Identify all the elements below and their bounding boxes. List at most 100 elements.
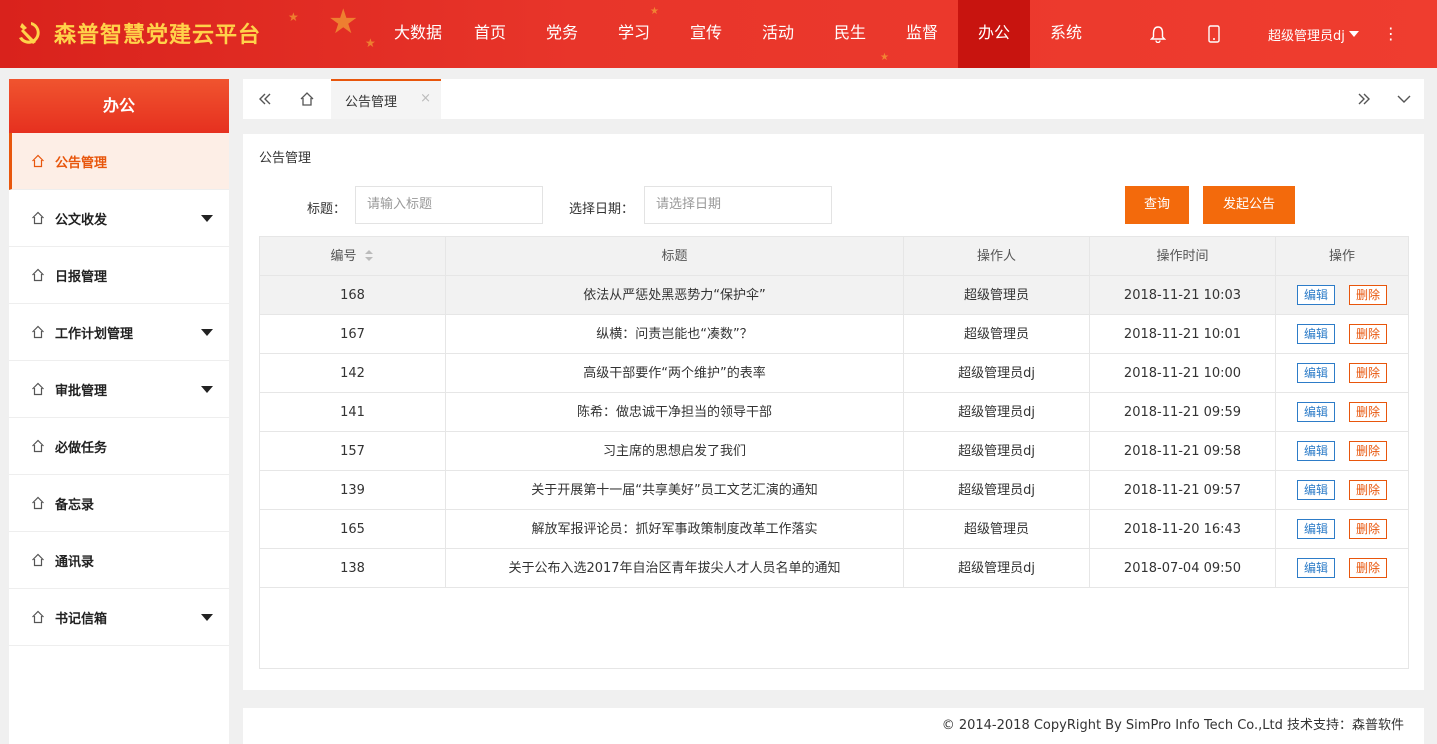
mobile-icon[interactable]	[1196, 14, 1232, 54]
cell-operator: 超级管理员dj	[904, 353, 1090, 393]
close-icon[interactable]: ×	[420, 91, 431, 106]
decor-star-icon: ★	[328, 2, 359, 42]
delete-button[interactable]: 删除	[1349, 363, 1388, 383]
nav-item[interactable]: 党务	[526, 0, 598, 68]
nav-item[interactable]: 系统	[1030, 0, 1102, 68]
caret-down-icon	[201, 386, 213, 393]
cell-actions: 编辑 删除	[1276, 276, 1408, 315]
caret-down-icon	[201, 215, 213, 222]
scroll-left-icon[interactable]	[245, 79, 285, 119]
delete-button[interactable]: 删除	[1349, 285, 1388, 305]
sidebar-item[interactable]: 书记信箱	[9, 589, 229, 646]
edit-button[interactable]: 编辑	[1296, 324, 1335, 344]
sidebar-item-label: 备忘录	[55, 497, 95, 513]
cell-id: 157	[260, 431, 446, 471]
delete-button[interactable]: 删除	[1349, 519, 1388, 539]
cell-id: 138	[260, 548, 446, 588]
bell-icon[interactable]	[1140, 14, 1176, 54]
column-header-operator: 操作人	[904, 236, 1090, 276]
cell-title: 习主席的思想启发了我们	[446, 431, 904, 471]
scroll-right-icon[interactable]	[1344, 79, 1384, 119]
cell-actions: 编辑 删除	[1276, 315, 1408, 354]
cell-time: 2018-11-21 10:01	[1090, 314, 1276, 354]
edit-button[interactable]: 编辑	[1296, 285, 1335, 305]
nav-item[interactable]: 办公	[958, 0, 1030, 68]
column-header-title: 标题	[446, 236, 904, 276]
party-emblem-icon	[19, 22, 40, 44]
sidebar-item[interactable]: 备忘录	[9, 475, 229, 532]
edit-button[interactable]: 编辑	[1296, 558, 1335, 578]
caret-down-icon	[201, 614, 213, 621]
cell-title: 高级干部要作“两个维护”的表率	[446, 353, 904, 393]
delete-button[interactable]: 删除	[1349, 558, 1388, 578]
cell-time: 2018-07-04 09:50	[1090, 548, 1276, 588]
cell-actions: 编辑 删除	[1276, 393, 1408, 432]
table-body: 168 依法从严惩处黑恶势力“保护伞” 超级管理员 2018-11-21 10:03 编…	[260, 275, 1408, 588]
edit-button[interactable]: 编辑	[1296, 363, 1335, 383]
tab-announcement[interactable]: 公告管理 ×	[331, 79, 441, 119]
table-row: 142 高级干部要作“两个维护”的表率 超级管理员dj 2018-11-21 10:0…	[260, 353, 1408, 393]
publish-announcement-button[interactable]: 发起公告	[1203, 186, 1295, 224]
table-row: 141 陈希：做忠诚干净担当的领导干部 超级管理员dj 2018-11-21 09:5…	[260, 392, 1408, 432]
announcement-table: 编号 标题 操作人 操作时间 操作 168 依法从严惩处黑恶势力“保护伞” 超级管理…	[259, 236, 1409, 669]
table-row: 157 习主席的思想启发了我们 超级管理员dj 2018-11-21 09:58 编辑删…	[260, 431, 1408, 471]
cell-actions: 编辑 删除	[1276, 354, 1408, 393]
chevron-down-icon[interactable]	[1384, 79, 1424, 119]
home-outline-icon	[32, 211, 44, 225]
table-row: 139 关于开展第十一届“共享美好”员工文艺汇演的通知 超级管理员dj 2018-11…	[260, 470, 1408, 510]
edit-button[interactable]: 编辑	[1296, 441, 1335, 461]
nav-item[interactable]: 宣传	[670, 0, 742, 68]
cell-title: 依法从严惩处黑恶势力“保护伞”	[446, 275, 904, 315]
cell-id: 139	[260, 470, 446, 510]
sidebar-item[interactable]: 公告管理	[9, 133, 229, 190]
column-header-id[interactable]: 编号	[260, 236, 446, 276]
sidebar-item[interactable]: 审批管理	[9, 361, 229, 418]
delete-button[interactable]: 删除	[1349, 324, 1388, 344]
sidebar-item[interactable]: 必做任务	[9, 418, 229, 475]
column-header-actions: 操作	[1328, 248, 1355, 264]
cell-time: 2018-11-21 10:00	[1090, 353, 1276, 393]
home-outline-icon	[32, 496, 44, 510]
nav-item[interactable]: 活动	[742, 0, 814, 68]
title-input[interactable]: 请输入标题	[355, 186, 543, 224]
tab-label: 公告管理	[345, 94, 398, 110]
nav-item[interactable]: 监督	[886, 0, 958, 68]
table-row: 167 纵横：问责岂能也“凑数”？ 超级管理员 2018-11-21 10:01 编辑删…	[260, 314, 1408, 354]
edit-button[interactable]: 编辑	[1296, 402, 1335, 422]
home-outline-icon	[32, 610, 44, 624]
delete-button[interactable]: 删除	[1349, 480, 1388, 500]
sidebar-item[interactable]: 日报管理	[9, 247, 229, 304]
sidebar-item[interactable]: 公文收发	[9, 190, 229, 247]
nav-item[interactable]: 大数据	[382, 0, 454, 68]
query-button[interactable]: 查询	[1125, 186, 1189, 224]
cell-time: 2018-11-21 09:59	[1090, 392, 1276, 432]
nav-item[interactable]: 学习	[598, 0, 670, 68]
cell-id: 141	[260, 392, 446, 432]
nav-item[interactable]: 民生	[814, 0, 886, 68]
delete-button[interactable]: 删除	[1349, 441, 1388, 461]
edit-button[interactable]: 编辑	[1296, 480, 1335, 500]
cell-operator: 超级管理员dj	[904, 548, 1090, 588]
nav-item[interactable]: 首页	[454, 0, 526, 68]
caret-down-icon	[201, 329, 213, 336]
home-outline-icon	[32, 154, 44, 168]
more-icon[interactable]: ⋮	[1383, 26, 1399, 42]
table-row: 165 解放军报评论员：抓好军事政策制度改革工作落实 超级管理员 2018-11-20…	[260, 509, 1408, 549]
date-input[interactable]: 请选择日期	[644, 186, 832, 224]
cell-operator: 超级管理员	[904, 275, 1090, 315]
user-menu[interactable]: 超级管理员dj	[1268, 25, 1359, 44]
column-header-time: 操作时间	[1090, 236, 1276, 276]
sidebar: 办公 公告管理 公文收发 日报管理 工作计划管理 审批管理 必做任务 备忘录 通讯录 书记信箱	[9, 79, 229, 744]
main-content: 公告管理 标题： 请输入标题 选择日期： 请选择日期 查询 发起公告 编号 标题…	[243, 134, 1424, 690]
edit-button[interactable]: 编辑	[1296, 519, 1335, 539]
app-logo[interactable]: 森普智慧党建云平台	[14, 17, 261, 49]
sidebar-menu: 公告管理 公文收发 日报管理 工作计划管理 审批管理 必做任务备忘录通讯录 书记信箱	[9, 133, 229, 646]
cell-title: 纵横：问责岂能也“凑数”？	[446, 314, 904, 354]
home-icon[interactable]	[287, 79, 327, 119]
sidebar-item[interactable]: 通讯录	[9, 532, 229, 589]
delete-button[interactable]: 删除	[1349, 402, 1388, 422]
sort-icon[interactable]	[364, 250, 375, 262]
sidebar-item[interactable]: 工作计划管理	[9, 304, 229, 361]
date-filter-label: 选择日期：	[569, 202, 635, 217]
cell-id: 167	[260, 314, 446, 354]
